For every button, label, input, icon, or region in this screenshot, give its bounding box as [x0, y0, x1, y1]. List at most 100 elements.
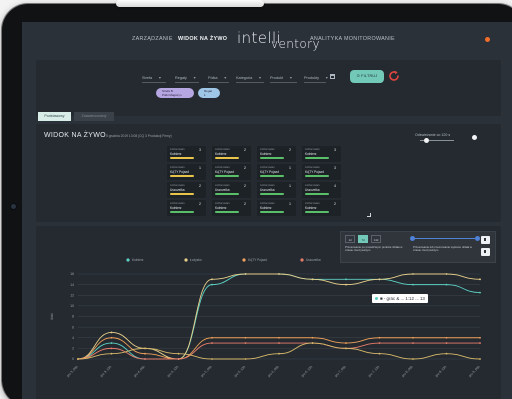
slider-knob[interactable] — [424, 138, 429, 143]
card-label: Liczba towaru — [215, 202, 230, 205]
data-point — [445, 342, 448, 344]
y-tick-label: 16 — [70, 272, 74, 276]
card-status-bar — [215, 175, 239, 177]
data-point — [211, 358, 213, 360]
card-title: Uszczelka — [260, 188, 275, 192]
dropdown-rack[interactable]: Regały ▼ — [175, 74, 196, 82]
data-point — [479, 291, 481, 294]
range-button-1d[interactable]: 1d — [345, 235, 355, 243]
nav-item-analytics[interactable]: ANALITYKA — [310, 36, 342, 42]
card-count: 3 — [199, 148, 201, 152]
data-point — [144, 347, 146, 350]
card-status-bar — [305, 211, 329, 213]
card-count: 4 — [334, 184, 336, 188]
data-point — [412, 273, 414, 275]
download-icon[interactable] — [481, 248, 490, 256]
card-label: Liczba towaru — [170, 202, 185, 205]
card-label: Liczba towaru — [260, 166, 275, 169]
stock-card[interactable]: Liczba towaru Kołnierz 3 — [167, 146, 206, 162]
card-title: Uszczelka — [170, 188, 185, 192]
stock-card[interactable]: Liczba towaru Kołnierz 2 — [257, 146, 296, 162]
range-end-knob[interactable] — [475, 236, 480, 241]
card-title: Kołnierz — [215, 152, 227, 156]
card-count: 2 — [334, 202, 336, 206]
nav-item-live-view[interactable]: WIDOK NA ŻYWO — [178, 36, 227, 42]
dropdown-shelf[interactable]: Półka ▼ — [208, 74, 227, 82]
nav-item-management[interactable]: ZARZĄDZANIE — [132, 36, 173, 42]
card-title: Kołnierz — [260, 206, 272, 210]
card-label: Liczba towaru — [260, 184, 275, 187]
card-count: 1 — [199, 166, 201, 170]
x-tick-label: gru 4, 00h — [133, 365, 146, 378]
range-button-7d[interactable]: 7d — [358, 235, 368, 243]
stock-card[interactable]: Liczba towaru Kołnierz 2 — [302, 200, 341, 216]
dropdown-zone[interactable]: Strefa ▼ — [142, 74, 162, 82]
stock-card[interactable]: Liczba towaru KĄTY Pojazd 3 — [302, 164, 341, 180]
data-point — [378, 352, 381, 355]
card-title: Kołnierz — [305, 206, 317, 210]
live-view-title: WIDOK NA ŻYWO — [44, 132, 106, 139]
calendar-icon[interactable] — [330, 74, 335, 79]
card-label: Liczba towaru — [170, 148, 185, 151]
stock-card[interactable]: Liczba towaru Uszczelka 1 — [257, 182, 296, 198]
data-point — [445, 283, 448, 286]
dropdown-products[interactable]: Produkty ▼ — [304, 74, 329, 82]
tab-basic[interactable]: Podstawowy — [38, 112, 71, 121]
stock-card[interactable]: Liczba towaru KĄTY Pojazd 1 — [257, 164, 296, 180]
chart-tooltip: ■ - grac & ... 1:12 ... 13 — [372, 294, 428, 303]
legend-swatch — [300, 258, 304, 262]
card-count: 3 — [334, 148, 336, 152]
range-start-knob[interactable] — [410, 236, 415, 241]
stock-card[interactable]: Liczba towaru Kołnierz 2 — [212, 200, 251, 216]
y-axis-label: ilość — [50, 313, 54, 320]
stock-card[interactable]: Liczba towaru Uszczelka 2 — [167, 182, 206, 198]
card-count: 1 — [289, 166, 291, 170]
nav-item-monitoring[interactable]: MONITOROWANIE — [344, 36, 395, 42]
data-point — [244, 358, 247, 360]
stock-card[interactable]: Liczba towaru Uszczelka 2 — [212, 182, 251, 198]
stock-card[interactable]: Liczba towaru KĄTY Pojazd 2 — [212, 164, 251, 180]
dropdown-product[interactable]: Produkt ▼ — [270, 74, 293, 82]
data-point — [211, 278, 213, 281]
stock-card[interactable]: Liczba towaru Kołnierz 1 — [257, 200, 296, 216]
y-tick-label: 14 — [70, 283, 74, 287]
data-point — [412, 283, 414, 286]
tablet-frame: ZARZĄDZANIE WIDOK NA ŻYWO intelli ventor… — [2, 4, 512, 399]
date-range-slider[interactable] — [410, 236, 480, 241]
range-button-14d[interactable]: 14d — [371, 235, 381, 243]
card-status-bar — [260, 157, 284, 159]
legend-label: Kołnierz — [132, 258, 144, 262]
card-status-bar — [305, 157, 329, 159]
tab-advanced[interactable]: Zaawansowany — [74, 112, 114, 121]
legend-swatch — [242, 258, 246, 262]
dropdown-category[interactable]: Kategoria ▼ — [236, 74, 262, 82]
live-toggle[interactable] — [472, 135, 477, 140]
card-count: 2 — [289, 148, 291, 152]
filter-button[interactable]: ⊙ FILTRUJ — [350, 70, 384, 83]
stock-card[interactable]: Liczba towaru Kołnierz 3 — [302, 146, 341, 162]
card-count: 2 — [244, 184, 246, 188]
stock-card[interactable]: Liczba towaru Kołnierz 2 — [212, 146, 251, 162]
resize-handle-icon[interactable] — [367, 213, 371, 217]
card-count: 1 — [289, 202, 291, 206]
stock-card[interactable]: Liczba towaru KĄTY Pojazd 1 — [167, 164, 206, 180]
filter-chip[interactable]: Regał 1 SORTER — [198, 88, 220, 101]
download-icon[interactable] — [481, 236, 490, 244]
series-line-4 — [77, 342, 480, 360]
chevron-down-icon: ▼ — [289, 76, 293, 80]
card-count: 2 — [244, 148, 246, 152]
app-logo[interactable]: intelli ventory — [237, 29, 320, 51]
data-point — [311, 278, 314, 281]
stock-card[interactable]: Liczba towaru Kołnierz 2 — [167, 200, 206, 216]
stock-card[interactable]: Liczba towaru Uszczelka 4 — [302, 182, 341, 198]
notification-dot-icon[interactable] — [485, 37, 490, 42]
y-tick-label: 0 — [72, 357, 74, 361]
refresh-icon[interactable] — [387, 69, 401, 83]
data-point — [110, 331, 113, 334]
refresh-interval-slider[interactable] — [420, 138, 454, 143]
legend-swatch — [126, 258, 130, 262]
filter-chip[interactable]: Strefa B Półki Magazyn — [156, 88, 194, 98]
data-point — [479, 278, 481, 281]
x-tick-label: gru 4, 12h — [166, 365, 179, 378]
dropdown-underline — [236, 82, 264, 83]
